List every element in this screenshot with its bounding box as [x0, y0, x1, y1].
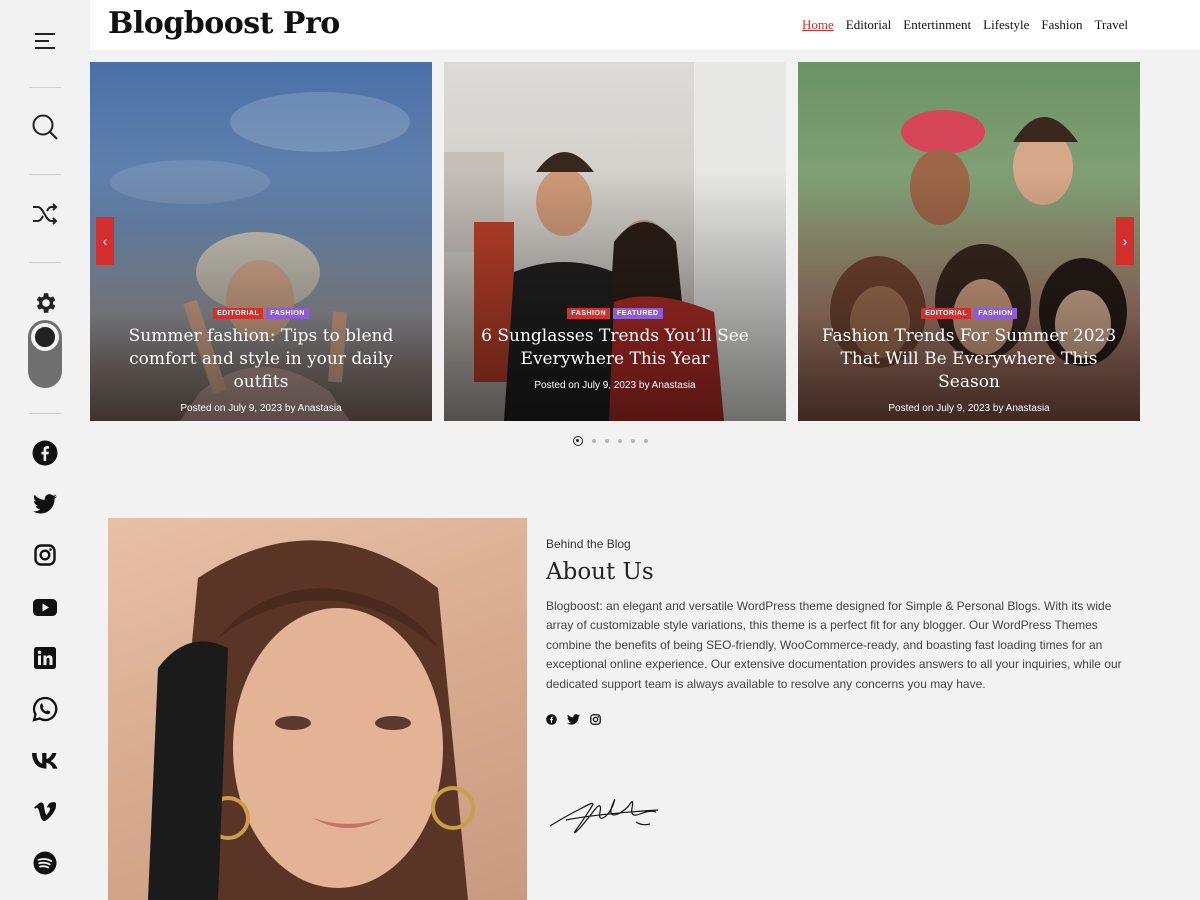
slide-tags: Editorial Fashion: [798, 308, 1140, 319]
toggle-knob: [31, 323, 59, 351]
chevron-left-icon: ‹: [102, 233, 108, 249]
shuffle-icon[interactable]: [30, 199, 60, 229]
slider-dot[interactable]: [592, 439, 596, 443]
about-body: Blogboost: an elegant and versatile Word…: [546, 599, 1122, 691]
about-eyebrow: Behind the Blog: [546, 537, 631, 551]
linkedin-icon[interactable]: [30, 643, 60, 673]
instagram-icon[interactable]: [30, 540, 60, 570]
vimeo-icon[interactable]: [30, 797, 60, 827]
whatsapp-icon[interactable]: [30, 694, 60, 724]
chevron-right-icon: ›: [1122, 233, 1128, 249]
slide-tags: Fashion Featured: [444, 308, 786, 319]
slider-dot[interactable]: [605, 439, 609, 443]
tag-badge[interactable]: Editorial: [921, 308, 972, 319]
sidebar-divider: [29, 262, 61, 263]
facebook-icon[interactable]: [30, 438, 60, 468]
slide-card[interactable]: Fashion Featured 6 Sunglasses Trends You…: [444, 62, 786, 421]
about-content: Behind the Blog About Us Blogboost: an e…: [546, 537, 1132, 730]
slide-meta: Posted on July 9, 2023 by Anastasia: [180, 403, 342, 414]
tag-badge[interactable]: Fashion: [266, 308, 309, 319]
slide-title[interactable]: Fashion Trends For Summer 2023 That Will…: [798, 325, 1140, 394]
slider-dot[interactable]: [631, 439, 635, 443]
youtube-icon[interactable]: [30, 592, 60, 622]
slide-title[interactable]: Summer fashion: Tips to blend comfort an…: [90, 325, 432, 394]
tag-badge[interactable]: Editorial: [213, 308, 264, 319]
signature-image: [549, 799, 659, 834]
sidebar: [0, 0, 90, 900]
nav-item-editorial[interactable]: Editorial: [846, 17, 892, 33]
slider-prev-button[interactable]: ‹: [96, 217, 114, 265]
slide-caption: Editorial Fashion Summer fashion: Tips t…: [90, 308, 432, 414]
instagram-icon[interactable]: [590, 712, 601, 730]
site-header: Blogboost Pro Home Editorial Entertinmen…: [90, 0, 1200, 50]
nav-item-lifestyle[interactable]: Lifestyle: [983, 17, 1029, 33]
twitter-icon[interactable]: [30, 489, 60, 519]
sidebar-divider: [29, 174, 61, 175]
slider-dot[interactable]: [618, 439, 622, 443]
about-social-links: [546, 712, 1132, 730]
main-nav: Home Editorial Entertinment Lifestyle Fa…: [802, 17, 1128, 33]
slide-card[interactable]: Editorial Fashion Fashion Trends For Sum…: [798, 62, 1140, 421]
slider-next-button[interactable]: ›: [1116, 217, 1134, 265]
spotify-icon[interactable]: [30, 848, 60, 878]
slider-dot[interactable]: [644, 439, 648, 443]
search-icon[interactable]: [30, 112, 60, 142]
theme-toggle[interactable]: [28, 320, 62, 388]
tag-badge[interactable]: Fashion: [567, 308, 611, 319]
nav-item-fashion[interactable]: Fashion: [1041, 17, 1082, 33]
slider-dot[interactable]: [573, 436, 583, 446]
nav-item-travel[interactable]: Travel: [1095, 17, 1128, 33]
tag-badge[interactable]: Fashion: [974, 308, 1017, 319]
slide-title[interactable]: 6 Sunglasses Trends You’ll See Everywher…: [444, 325, 786, 371]
vk-icon[interactable]: [30, 746, 60, 776]
menu-icon[interactable]: [30, 26, 60, 56]
slide-meta: Posted on July 9, 2023 by Anastasia: [534, 380, 696, 391]
slide-caption: Fashion Featured 6 Sunglasses Trends You…: [444, 308, 786, 391]
slider-dots: [573, 436, 648, 446]
twitter-icon[interactable]: [567, 712, 580, 730]
nav-item-home[interactable]: Home: [802, 17, 834, 33]
facebook-icon[interactable]: [546, 712, 557, 730]
portrait-illustration: [148, 540, 475, 900]
tag-badge[interactable]: Featured: [613, 308, 663, 319]
sidebar-divider: [29, 87, 61, 88]
slide-card[interactable]: Editorial Fashion Summer fashion: Tips t…: [90, 62, 432, 421]
slide-tags: Editorial Fashion: [90, 308, 432, 319]
about-title: About Us: [546, 559, 654, 585]
nav-item-entertinment[interactable]: Entertinment: [903, 17, 971, 33]
slide-meta: Posted on July 9, 2023 by Anastasia: [888, 403, 1050, 414]
sidebar-divider: [29, 413, 61, 414]
slide-caption: Editorial Fashion Fashion Trends For Sum…: [798, 308, 1140, 414]
gear-icon[interactable]: [30, 288, 60, 318]
site-logo[interactable]: Blogboost Pro: [108, 6, 340, 41]
about-image: [108, 518, 527, 900]
